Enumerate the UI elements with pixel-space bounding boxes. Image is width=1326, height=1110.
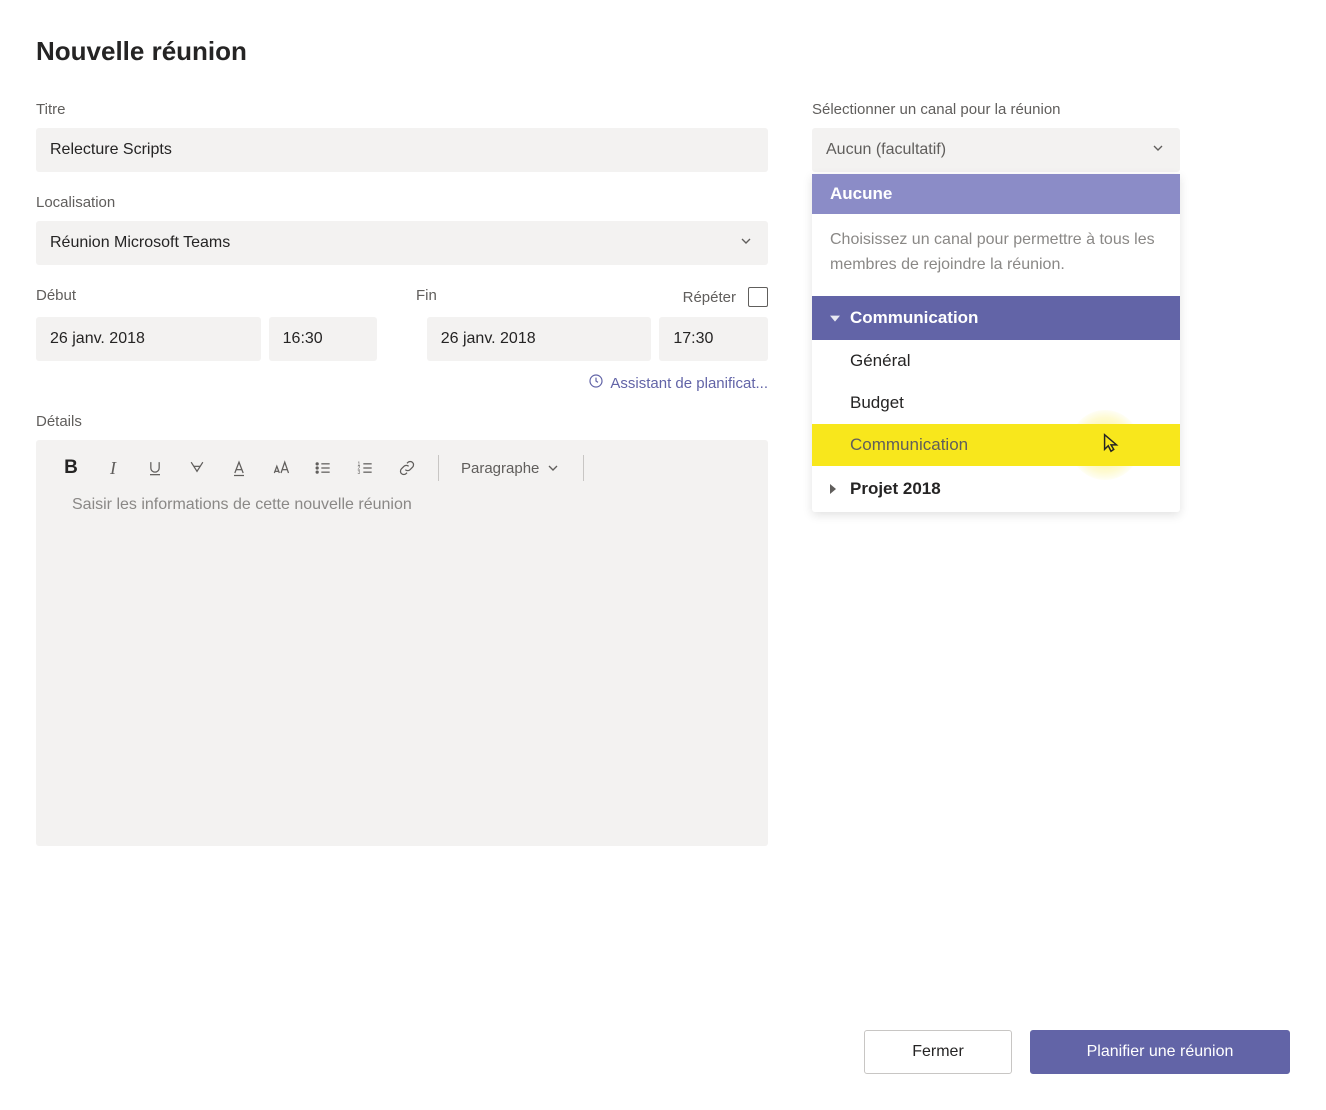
close-button[interactable]: Fermer bbox=[864, 1030, 1012, 1074]
cursor-icon bbox=[1100, 432, 1122, 459]
details-editor: B I 123 bbox=[36, 440, 768, 846]
paragraph-label: Paragraphe bbox=[461, 460, 539, 477]
repeat-checkbox[interactable] bbox=[748, 287, 768, 307]
details-label: Détails bbox=[36, 413, 768, 430]
editor-toolbar: B I 123 bbox=[36, 440, 768, 496]
channel-description: Choisissez un canal pour permettre à tou… bbox=[812, 214, 1180, 296]
details-textarea[interactable]: Saisir les informations de cette nouvell… bbox=[36, 496, 768, 846]
details-placeholder: Saisir les informations de cette nouvell… bbox=[72, 496, 412, 513]
channel-option-budget[interactable]: Budget bbox=[812, 382, 1180, 424]
end-label: Fin bbox=[416, 287, 652, 307]
underline-button[interactable] bbox=[136, 450, 174, 486]
font-color-button[interactable] bbox=[220, 450, 258, 486]
title-input[interactable]: Relecture Scripts bbox=[36, 128, 768, 172]
location-select[interactable]: Réunion Microsoft Teams bbox=[36, 221, 768, 265]
chevron-down-icon bbox=[545, 460, 561, 476]
title-label: Titre bbox=[36, 101, 768, 118]
start-date-field[interactable]: 26 janv. 2018 bbox=[36, 317, 261, 361]
chevron-down-icon bbox=[1150, 140, 1166, 161]
end-date-field[interactable]: 26 janv. 2018 bbox=[427, 317, 652, 361]
link-button[interactable] bbox=[388, 450, 426, 486]
page-title: Nouvelle réunion bbox=[36, 36, 1290, 67]
channel-option-none[interactable]: Aucune bbox=[812, 174, 1180, 214]
title-value: Relecture Scripts bbox=[50, 141, 172, 159]
end-time-field[interactable]: 17:30 bbox=[659, 317, 768, 361]
channel-option-general[interactable]: Général bbox=[812, 340, 1180, 382]
toolbar-separator bbox=[438, 455, 439, 481]
end-date-value: 26 janv. 2018 bbox=[441, 330, 536, 348]
channel-team-expanded[interactable]: Communication bbox=[812, 296, 1180, 340]
channel-select[interactable]: Aucun (facultatif) bbox=[812, 128, 1180, 172]
clock-icon bbox=[588, 373, 604, 393]
bold-button[interactable]: B bbox=[52, 450, 90, 486]
start-date-value: 26 janv. 2018 bbox=[50, 330, 145, 348]
footer-buttons: Fermer Planifier une réunion bbox=[864, 1030, 1290, 1074]
end-time-value: 17:30 bbox=[673, 330, 713, 348]
toolbar-separator bbox=[583, 455, 584, 481]
channel-selected-value: Aucun (facultatif) bbox=[826, 141, 946, 159]
chevron-down-icon bbox=[738, 233, 754, 254]
schedule-button[interactable]: Planifier une réunion bbox=[1030, 1030, 1290, 1074]
start-label: Début bbox=[36, 287, 416, 307]
channel-label: Sélectionner un canal pour la réunion bbox=[812, 101, 1180, 118]
numbered-list-button[interactable]: 123 bbox=[346, 450, 384, 486]
channel-option-label: Communication bbox=[850, 435, 968, 455]
channel-team-collapsed[interactable]: Projet 2018 bbox=[812, 466, 1180, 512]
scheduling-assistant-label: Assistant de planificat... bbox=[610, 375, 768, 392]
start-time-value: 16:30 bbox=[283, 330, 323, 348]
repeat-label: Répéter bbox=[683, 289, 736, 306]
svg-text:3: 3 bbox=[358, 470, 361, 476]
scheduling-assistant-link[interactable]: Assistant de planificat... bbox=[36, 373, 768, 393]
bullet-list-button[interactable] bbox=[304, 450, 342, 486]
highlight-button[interactable] bbox=[178, 450, 216, 486]
font-size-button[interactable] bbox=[262, 450, 300, 486]
location-value: Réunion Microsoft Teams bbox=[50, 234, 230, 252]
italic-button[interactable]: I bbox=[94, 450, 132, 486]
channel-option-communication[interactable]: Communication bbox=[812, 424, 1180, 466]
start-time-field[interactable]: 16:30 bbox=[269, 317, 378, 361]
channel-column: Sélectionner un canal pour la réunion Au… bbox=[812, 101, 1180, 846]
location-label: Localisation bbox=[36, 194, 768, 211]
paragraph-style-select[interactable]: Paragraphe bbox=[451, 460, 571, 477]
form-left-column: Titre Relecture Scripts Localisation Réu… bbox=[36, 101, 768, 846]
channel-dropdown: Aucune Choisissez un canal pour permettr… bbox=[812, 174, 1180, 512]
